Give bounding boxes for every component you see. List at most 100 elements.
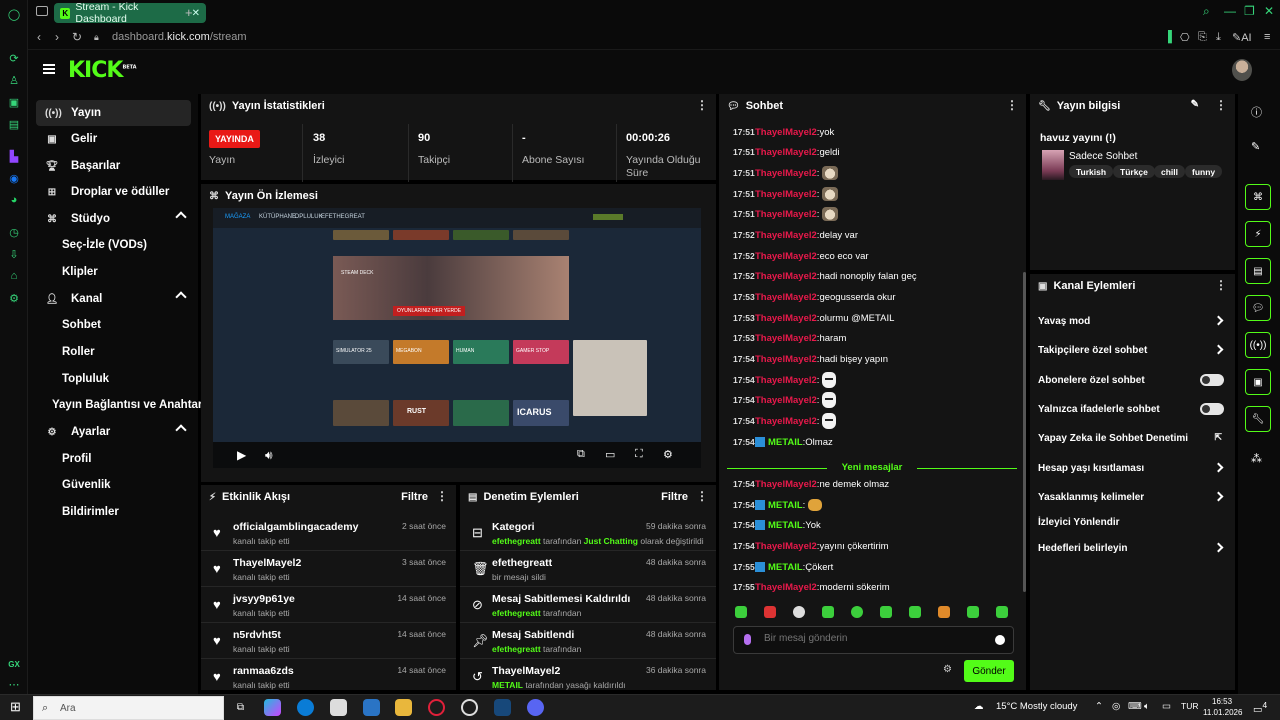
wrench-tool-icon[interactable]: 🔧︎: [1245, 406, 1271, 432]
chat-username[interactable]: ThayelMayel2: [755, 168, 817, 179]
sidebar-item-droplar[interactable]: ⊞ Droplar ve ödüller: [36, 179, 191, 205]
search-icon[interactable]: ⌕: [1203, 4, 1210, 19]
file-explorer-icon[interactable]: [395, 699, 412, 716]
theater-icon[interactable]: ▭: [605, 448, 615, 461]
chat-scrollbar[interactable]: [1023, 272, 1026, 592]
whatsapp-icon[interactable]: ◕: [6, 192, 22, 208]
kick-logo[interactable]: KICKBETA: [68, 58, 137, 83]
info-icon[interactable]: ⓘ: [1251, 104, 1262, 120]
opera-gx-icon[interactable]: [428, 699, 445, 716]
twitch-icon[interactable]: ▙: [6, 148, 22, 164]
chat-username[interactable]: METAIL: [768, 562, 803, 573]
studio-tool-icon[interactable]: ⌘: [1245, 184, 1271, 210]
tab-kick-dashboard[interactable]: K Stream - Kick Dashboard ✕: [54, 1, 206, 25]
chat-username[interactable]: METAIL: [768, 437, 803, 448]
tab-manager-icon[interactable]: [36, 6, 48, 16]
url-field[interactable]: dashboard.kick.com/stream: [112, 31, 247, 43]
volume-icon[interactable]: 🔊︎: [265, 448, 273, 463]
back-icon[interactable]: ‹: [37, 30, 41, 44]
minimize-icon[interactable]: —: [1224, 4, 1236, 18]
emote-icon[interactable]: [996, 606, 1008, 618]
chat-username[interactable]: METAIL: [768, 520, 803, 531]
chat-username[interactable]: ThayelMayel2: [755, 127, 817, 138]
battery-icon[interactable]: ▭: [1162, 701, 1171, 712]
send-button[interactable]: Gönder: [964, 660, 1014, 682]
snapshot-icon[interactable]: ⎘: [1198, 31, 1207, 44]
edit-icon[interactable]: ✎: [1191, 99, 1199, 110]
tag-badge[interactable]: funny: [1185, 165, 1223, 178]
more-options-icon[interactable]: ⋮: [1006, 98, 1018, 112]
steam-icon[interactable]: [494, 699, 511, 716]
toggle-switch[interactable]: [1200, 374, 1224, 386]
pip-icon[interactable]: ⧉: [577, 448, 585, 461]
tag-badge[interactable]: chill: [1154, 165, 1186, 178]
chat-username[interactable]: ThayelMayel2: [755, 479, 817, 490]
emote-icon[interactable]: [822, 606, 834, 618]
activity-name[interactable]: ThayelMayel2: [233, 557, 301, 569]
chat-username[interactable]: ThayelMayel2: [755, 147, 817, 158]
video-settings-icon[interactable]: ⚙: [663, 448, 673, 461]
chat-username[interactable]: ThayelMayel2: [755, 209, 817, 220]
crypto-icon[interactable]: ♙: [6, 72, 22, 88]
sidebar-item-profil[interactable]: Profil: [36, 446, 191, 472]
sidebar-item-basarilar[interactable]: 🏆︎ Başarılar: [36, 153, 191, 179]
sidebar-item-guvenlik[interactable]: Güvenlik: [36, 472, 191, 498]
more-options-icon[interactable]: ⋮: [1215, 98, 1227, 112]
mail-icon[interactable]: ▤: [6, 116, 22, 132]
add-widget-icon[interactable]: ⁂: [1251, 452, 1262, 465]
clock-date[interactable]: 11.01.2026: [1203, 708, 1242, 717]
store-icon[interactable]: [330, 699, 347, 716]
action-slow-mode[interactable]: Yavaş mod: [1038, 311, 1224, 331]
emote-icon[interactable]: [735, 606, 747, 618]
obs-icon[interactable]: [461, 699, 478, 716]
reload-icon[interactable]: ↻: [72, 30, 82, 44]
sidebar-item-gelir[interactable]: ▣ Gelir: [36, 126, 191, 152]
weather-text[interactable]: 15°C Mostly cloudy: [996, 701, 1077, 712]
chat-username[interactable]: ThayelMayel2: [755, 230, 817, 241]
gx-icon[interactable]: ▣: [6, 94, 22, 110]
close-window-icon[interactable]: ✕: [1264, 4, 1274, 18]
gx-corner-icon[interactable]: GX: [6, 656, 22, 672]
broadcast-tool-icon[interactable]: ((•)): [1245, 332, 1271, 358]
sidebar-item-bildirimler[interactable]: Bildirimler: [36, 499, 191, 525]
opera-logo-icon[interactable]: ◯: [6, 6, 22, 22]
outlook-icon[interactable]: [363, 699, 380, 716]
chat-username[interactable]: ThayelMayel2: [755, 395, 817, 406]
chat-username[interactable]: ThayelMayel2: [755, 416, 817, 427]
play-icon[interactable]: ▶: [237, 448, 246, 462]
hamburger-menu-icon[interactable]: [43, 64, 55, 74]
emote-icon[interactable]: [851, 606, 863, 618]
document-tool-icon[interactable]: ▤: [1245, 258, 1271, 284]
action-followers-only[interactable]: Takipçilere özel sohbet: [1038, 340, 1224, 360]
new-tab-icon[interactable]: +: [185, 5, 193, 20]
download-icon[interactable]: ⇩: [6, 246, 22, 262]
chat-username[interactable]: ThayelMayel2: [755, 582, 817, 593]
sidebar-item-klipler[interactable]: Klipler: [36, 259, 191, 285]
category-name[interactable]: Sadece Sohbet: [1069, 151, 1137, 162]
action-redirect-viewers[interactable]: İzleyici Yönlendir: [1038, 512, 1224, 532]
chat-username[interactable]: ThayelMayel2: [755, 292, 817, 303]
filter-button[interactable]: Filtre: [661, 491, 688, 503]
chat-settings-icon[interactable]: ⚙: [943, 664, 952, 675]
chat-tool-icon[interactable]: 💬︎: [1245, 295, 1271, 321]
microphone-icon[interactable]: [744, 634, 751, 645]
extensions-icon[interactable]: ⌂: [6, 268, 22, 284]
chat-username[interactable]: ThayelMayel2: [755, 354, 817, 365]
chat-input[interactable]: [764, 633, 984, 644]
settings-icon[interactable]: ⚙: [6, 290, 22, 306]
sidebar-item-sohbet[interactable]: Sohbet: [36, 312, 191, 338]
sidebar-item-ayarlar[interactable]: ⚙ Ayarlar: [36, 419, 191, 445]
sidebar-item-topluluk[interactable]: Topluluk: [36, 366, 191, 392]
action-goals[interactable]: Hedefleri belirleyin: [1038, 538, 1224, 558]
edit-icon[interactable]: ✎: [1251, 140, 1260, 153]
filter-button[interactable]: Filtre: [401, 491, 428, 503]
fullscreen-icon[interactable]: ⛶: [635, 448, 643, 461]
chat-username[interactable]: ThayelMayel2: [755, 189, 817, 200]
downloads-icon[interactable]: ⤓: [1216, 31, 1221, 44]
mod-actor[interactable]: efethegreatt: [492, 608, 541, 618]
emote-icon[interactable]: [938, 606, 950, 618]
user-avatar[interactable]: [1232, 59, 1252, 81]
messenger-icon[interactable]: ◉: [6, 170, 22, 186]
edge-icon[interactable]: [297, 699, 314, 716]
emote-icon[interactable]: [909, 606, 921, 618]
